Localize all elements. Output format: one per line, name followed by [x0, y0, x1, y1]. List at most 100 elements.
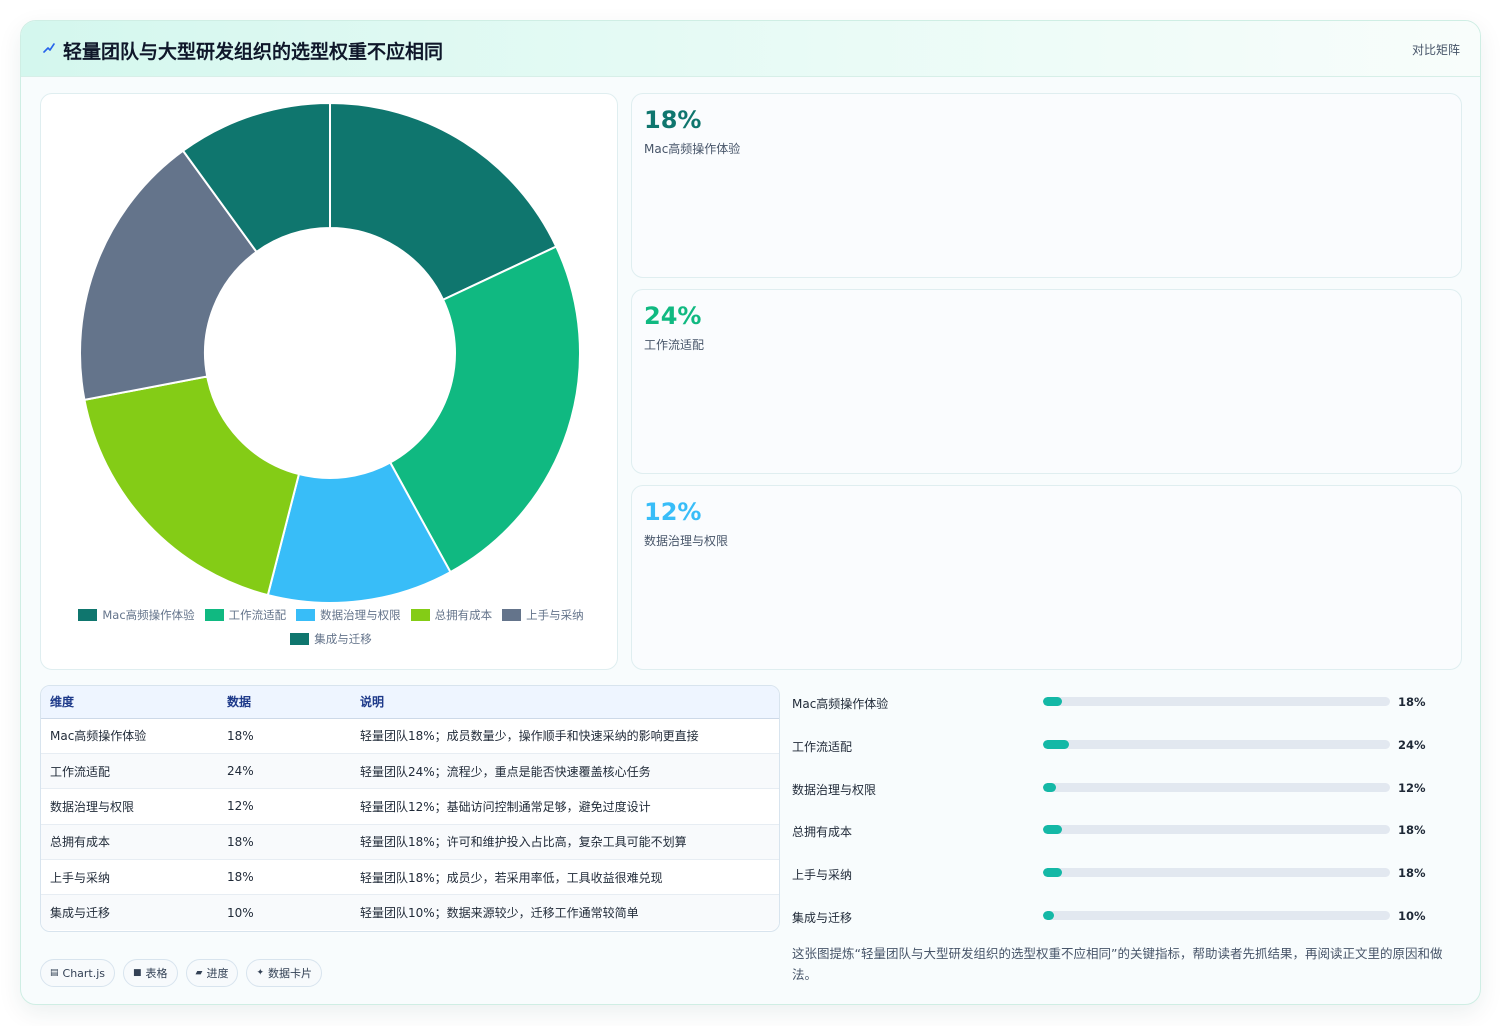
table-cell: 18% — [218, 859, 351, 896]
progress-track — [1043, 910, 1390, 920]
progress-label: 集成与迁移 — [792, 910, 853, 925]
progress-label: Mac高频操作体验 — [792, 697, 889, 711]
donut-slice[interactable] — [83, 375, 301, 597]
progress-value: 18% — [1398, 866, 1426, 881]
legend-item[interactable]: 工作流适配 — [204, 607, 287, 623]
table-cell: 12% — [218, 788, 351, 825]
progress-label: 上手与采纳 — [792, 868, 853, 883]
progress-value: 12% — [1398, 780, 1426, 795]
progress-track — [1043, 825, 1390, 835]
legend-item[interactable]: 总拥有成本 — [410, 607, 493, 623]
stat-value: 24% — [644, 302, 702, 330]
stat-card: 24% 工作流适配 — [631, 289, 1462, 474]
tag-label: 数据卡片 — [268, 967, 313, 980]
column-header: 说明 — [351, 686, 779, 719]
stat-card: 18% Mac高频操作体验 — [631, 93, 1462, 278]
legend-label: 工作流适配 — [228, 608, 287, 622]
progress-label: 工作流适配 — [792, 739, 853, 754]
progress-fill — [1043, 868, 1063, 878]
progress-fill — [1043, 782, 1056, 792]
table-row: 集成与迁移 10% 轻量团队10%；数据来源较少，迁移工作通常较简单 — [41, 894, 779, 931]
table-cell: 轻量团队10%；数据来源较少，迁移工作通常较简单 — [360, 906, 639, 921]
tag-label: Chart.js — [62, 966, 106, 980]
column-header: 维度 — [41, 686, 218, 719]
table-cell: 数据治理与权限 — [41, 788, 218, 825]
column-header: 数据 — [218, 686, 351, 719]
progress-fill — [1043, 825, 1063, 835]
progress-track — [1043, 697, 1390, 706]
table-cell: 轻量团队18%；成员少，若采用率低，工具收益很难兑现 — [351, 859, 779, 896]
stat-label: 工作流适配 — [644, 338, 705, 352]
progress-label: 数据治理与权限 — [792, 782, 877, 797]
tag-label: 进度 — [206, 967, 229, 980]
tag-table[interactable]: ■ 表格 — [123, 959, 178, 987]
table-row: 数据治理与权限 12% 轻量团队12%；基础访问控制通常足够，避免过度设计 — [41, 788, 779, 825]
progress-value: 10% — [1398, 908, 1426, 923]
legend-label: 集成与迁移 — [314, 632, 372, 646]
table-cell: 轻量团队18%；许可和维护投入占比高，复杂工具可能不划算 — [351, 824, 779, 861]
progress-label: 总拥有成本 — [792, 825, 853, 840]
sparkle-icon: ✦ — [256, 968, 265, 978]
donut-chart — [79, 101, 581, 604]
legend-swatch — [204, 609, 224, 621]
progress-fill — [1043, 697, 1063, 706]
table-row: 工作流适配 24% 轻量团队24%；流程少，重点是能否快速覆盖核心任务 — [41, 753, 779, 790]
table-cell: 24% — [218, 753, 351, 790]
table-row: 总拥有成本 18% 轻量团队18%；许可和维护投入占比高，复杂工具可能不划算 — [41, 824, 779, 861]
stat-card: 12% 数据治理与权限 — [631, 485, 1462, 670]
table-cell: 10% — [227, 905, 254, 920]
progress-track — [1043, 782, 1390, 792]
stat-label: 数据治理与权限 — [644, 534, 729, 548]
progress-row: 上手与采纳 18% — [792, 863, 1432, 906]
progress-row: 工作流适配 24% — [792, 735, 1432, 778]
table-icon: ■ — [133, 968, 142, 978]
tag-label: 表格 — [145, 967, 168, 980]
progress-fill — [1043, 910, 1054, 920]
legend-swatch — [502, 609, 522, 621]
progress-value: 18% — [1398, 823, 1426, 838]
compare-matrix-link[interactable]: 对比矩阵 — [1412, 41, 1460, 58]
legend-item[interactable]: 上手与采纳 — [502, 607, 584, 623]
progress-value: 24% — [1398, 737, 1426, 752]
stat-value: 18% — [644, 106, 702, 134]
table-row: 上手与采纳 18% 轻量团队18%；成员少，若采用率低，工具收益很难兑现 — [41, 859, 779, 896]
table-row: Mac高频操作体验 18% 轻量团队18%；成员数量少，操作顺手和快速采纳的影响… — [41, 718, 779, 754]
progress-fill — [1043, 739, 1069, 749]
progress-track — [1043, 868, 1390, 878]
progress-value: 18% — [1398, 695, 1426, 709]
stat-value: 12% — [644, 498, 702, 526]
tag-chartjs[interactable]: ▤ Chart.js — [40, 959, 116, 987]
table-cell: 轻量团队24%；流程少，重点是能否快速覆盖核心任务 — [351, 753, 779, 790]
table-cell: 轻量团队18%；成员数量少，操作顺手和快速采纳的影响更直接 — [351, 718, 779, 754]
chart-trend-icon — [43, 43, 55, 53]
legend-swatch — [410, 609, 430, 621]
table-cell: 18% — [218, 718, 351, 754]
donut-chart-panel: Mac高频操作体验 工作流适配 数据治理与权限 总拥有成本 上手与采纳集成与迁移 — [40, 93, 618, 670]
legend-swatch — [296, 609, 316, 621]
legend-label: 上手与采纳 — [526, 608, 584, 622]
tag-data-card[interactable]: ✦ 数据卡片 — [246, 959, 323, 987]
chart-legend: Mac高频操作体验 工作流适配 数据治理与权限 总拥有成本 上手与采纳集成与迁移 — [61, 607, 601, 647]
progress-icon: ▰ — [195, 968, 203, 978]
summary-note: 这张图提炼“轻量团队与大型研发组织的选型权重不应相同”的关键指标，帮助读者先抓结… — [792, 946, 1443, 982]
progress-track — [1043, 739, 1390, 749]
table-cell: 18% — [218, 824, 351, 861]
tag-list: ▤ Chart.js ■ 表格 ▰ 进度 ✦ 数据卡片 — [40, 959, 330, 987]
card-header: 轻量团队与大型研发组织的选型权重不应相同 对比矩阵 — [21, 21, 1480, 77]
tag-progress[interactable]: ▰ 进度 — [185, 959, 239, 987]
progress-row: 数据治理与权限 12% — [792, 778, 1432, 821]
table-cell: 上手与采纳 — [41, 859, 218, 896]
legend-item[interactable]: 数据治理与权限 — [296, 607, 401, 623]
table-cell: 集成与迁移 — [50, 906, 111, 921]
legend-label: 数据治理与权限 — [320, 608, 401, 622]
legend-item[interactable]: 集成与迁移 — [290, 631, 372, 647]
legend-label: 总拥有成本 — [434, 608, 493, 622]
progress-row: 总拥有成本 18% — [792, 820, 1432, 863]
chart-icon: ▤ — [50, 968, 59, 978]
legend-item[interactable]: Mac高频操作体验 — [78, 607, 195, 623]
progress-list: Mac高频操作体验 18% 工作流适配 24% 数据治理与权限 12% 总拥有成本 18% 上手… — [792, 692, 1432, 949]
main-card: 轻量团队与大型研发组织的选型权重不应相同 对比矩阵 Mac高频操作体验 工作流适配… — [20, 20, 1481, 1005]
legend-swatch — [290, 633, 310, 645]
table-cell: 总拥有成本 — [41, 824, 218, 861]
table-cell: 轻量团队12%；基础访问控制通常足够，避免过度设计 — [351, 788, 779, 825]
